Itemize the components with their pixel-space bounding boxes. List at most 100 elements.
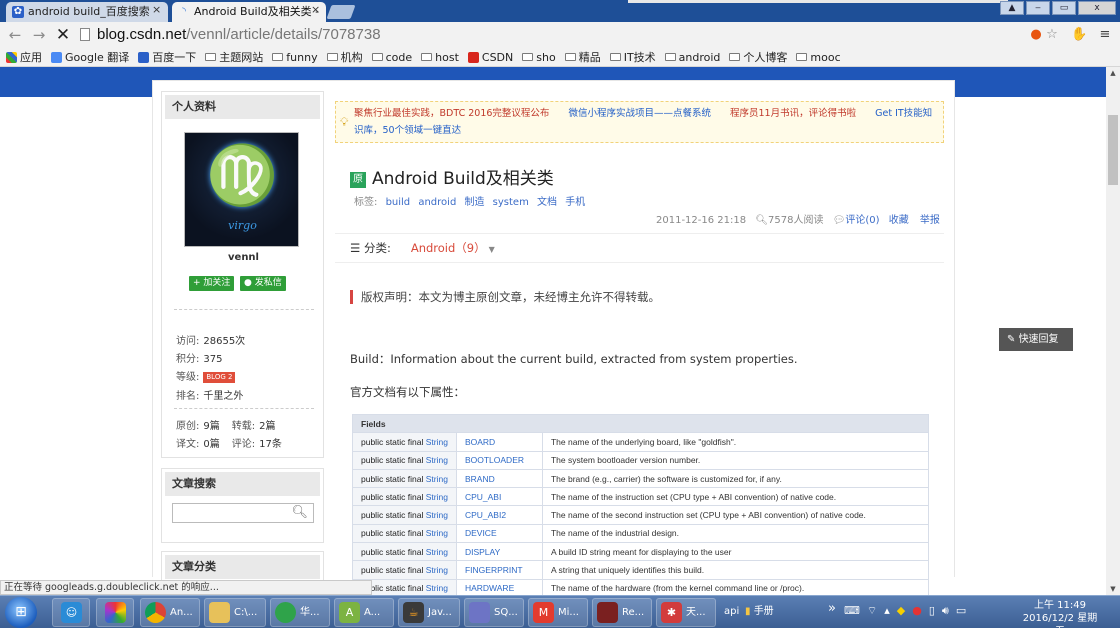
scroll-down-arrow-icon[interactable]: ▼ [1106,583,1120,595]
hand-extension-icon[interactable]: ✋ [1071,27,1087,43]
close-window-button[interactable]: x [1078,1,1116,15]
follow-button[interactable]: + 加关注 [189,276,235,291]
minimize-button[interactable]: ‒ [1026,1,1050,15]
api-toolbar-label[interactable]: api [724,598,739,627]
promo-link[interactable]: 微信小程序实战项目——点餐系统 [568,108,711,119]
tag-link[interactable]: 手机 [565,197,585,208]
category-bar: ☰ 分类: Android（9） ▼ [335,233,944,263]
bookmark-baidu[interactable]: 百度一下 [138,49,196,65]
favorite-link[interactable]: 收藏 [889,215,909,226]
username[interactable]: vennl [162,252,325,263]
folder-icon [522,53,534,61]
taskbar-label: C:\... [234,607,258,618]
table-row: public static final String CPU_ABI The nam… [352,487,930,507]
promo-notice: 💡︎ 聚焦行业最佳实践，BDTC 2016完整议程公布 微信小程序实战项目——点… [335,101,944,143]
bookmark-folder[interactable]: host [421,51,459,64]
field-link[interactable]: CPU_ABI [455,487,543,507]
scroll-up-arrow-icon[interactable]: ▲ [1106,67,1120,79]
taskbar-explorer[interactable]: C:\... [204,598,266,627]
volume-icon[interactable]: 🔊︎ [942,604,949,618]
scrollbar-thumb[interactable] [1108,115,1118,185]
bookmark-star-icon[interactable]: ☆ [1044,27,1060,43]
start-button[interactable]: ⊞ [5,597,37,628]
taskbar-tian[interactable]: ✱ 天... [656,598,716,627]
bookmark-folder[interactable]: mooc [796,51,841,64]
manual-toolbar[interactable]: ▮ 手册 [745,598,774,627]
tab-title: android build_百度搜索 [28,5,150,18]
bookmark-folder[interactable]: code [371,51,412,64]
bookmark-google-translate[interactable]: Google 翻译 [51,49,129,65]
comments-link[interactable]: 评论(0) [845,215,879,226]
avatar[interactable]: ♍ virgo [184,132,299,247]
taskbar-re[interactable]: Re... [592,598,652,627]
chevron-down-icon[interactable]: ▼ [489,245,495,254]
article-search-input[interactable]: 🔍︎ [172,503,314,523]
book-icon: ▮ [745,606,754,617]
tag-link[interactable]: 文档 [537,197,557,208]
bookmark-folder[interactable]: sho [522,51,556,64]
table-header: Fields [352,413,929,434]
new-tab-button[interactable] [326,5,356,19]
taskbar-android-studio[interactable]: A A... [334,598,394,627]
tab-android-build[interactable]: ◝ Android Build及相关类 - [172,2,326,22]
bookmark-folder[interactable]: 主题网站 [205,49,263,65]
menu-icon[interactable]: ≡ [1097,27,1113,43]
taskbar-java[interactable]: ☕︎ Jav... [398,598,460,627]
tray-app-icon[interactable]: ◆ [897,604,905,618]
user-icon[interactable]: ▲ [1000,1,1024,15]
taskbar-qq-app[interactable]: ☺ [52,598,90,627]
tag-link[interactable]: build [386,197,411,208]
back-arrow-icon[interactable]: ← [6,25,24,45]
tag-link[interactable]: 制造 [464,197,484,208]
taskbar-huawei[interactable]: 华... [270,598,330,627]
promo-link[interactable]: 聚焦行业最佳实践，BDTC 2016完整议程公布 [354,108,549,119]
field-link[interactable]: DISPLAY [455,542,543,562]
table-row: public static final String BRAND The brand… [352,468,930,489]
taskbar-mi[interactable]: M Mi... [528,598,588,627]
search-icon[interactable]: 🔍︎ [291,505,308,520]
folder-icon [729,53,741,61]
bookmark-apps[interactable]: 应用 [6,49,42,65]
wifi-icon[interactable]: ⌔ [867,604,877,618]
taskbar-sql[interactable]: SQ... [464,598,524,627]
bookmark-folder[interactable]: funny [272,51,318,64]
field-link[interactable]: BOARD [455,432,543,452]
field-link[interactable]: BRAND [455,468,543,489]
display-icon[interactable]: ▭ [956,604,966,618]
page-scrollbar[interactable]: ▲ ▼ [1106,67,1120,595]
field-link[interactable]: BOOTLOADER [455,450,543,470]
tab-baidu-search[interactable]: ✿ android build_百度搜索 [6,2,168,22]
message-button[interactable]: ● 发私信 [240,276,286,291]
extension-icon[interactable]: ● [1028,27,1044,43]
bookmark-folder[interactable]: 个人博客 [729,49,787,65]
keyboard-icon[interactable]: ⌨ [844,604,860,618]
field-link[interactable]: CPU_ABI2 [455,505,543,525]
tag-link[interactable]: system [493,197,529,208]
bookmark-csdn[interactable]: CSDN [467,51,513,64]
tray-expand-icon[interactable]: ▴ [884,604,890,618]
quick-reply-button[interactable]: ✎ 快速回复 [999,328,1073,351]
forward-arrow-icon[interactable]: → [30,25,48,45]
tab-title: Android Build及相关类 - [194,5,320,18]
taskbar-chrome[interactable]: An... [140,598,200,627]
tab-close-icon[interactable]: × [152,3,161,16]
report-link[interactable]: 举报 [920,215,940,226]
tab-close-icon[interactable]: × [311,3,320,16]
maximize-button[interactable]: ▭ [1052,1,1076,15]
tag-link[interactable]: android [418,197,456,208]
bookmark-folder[interactable]: 精品 [564,49,601,65]
field-link[interactable]: FINGERPRINT [455,560,543,580]
category-dropdown[interactable]: Android（9） [411,241,486,255]
bookmark-folder[interactable]: IT技术 [609,49,656,65]
taskbar-picasa-app[interactable] [96,598,134,627]
field-link[interactable]: DEVICE [455,523,543,544]
bookmark-folder[interactable]: android [664,51,720,64]
toolbar-overflow-icon[interactable]: » [828,598,836,627]
bookmark-folder[interactable]: 机构 [326,49,363,65]
taskbar-clock[interactable]: 上午 11:49 2016/12/2 星期五 [1020,599,1100,628]
promo-link[interactable]: 程序员11月书讯，评论得书啦 [730,108,856,119]
address-bar[interactable]: blog.csdn.net/vennl/article/details/7078… [80,25,1090,45]
tray-record-icon[interactable]: ● [912,604,922,618]
stop-loading-icon[interactable]: ✕ [54,25,72,45]
power-icon[interactable]: ▯ [929,604,935,618]
